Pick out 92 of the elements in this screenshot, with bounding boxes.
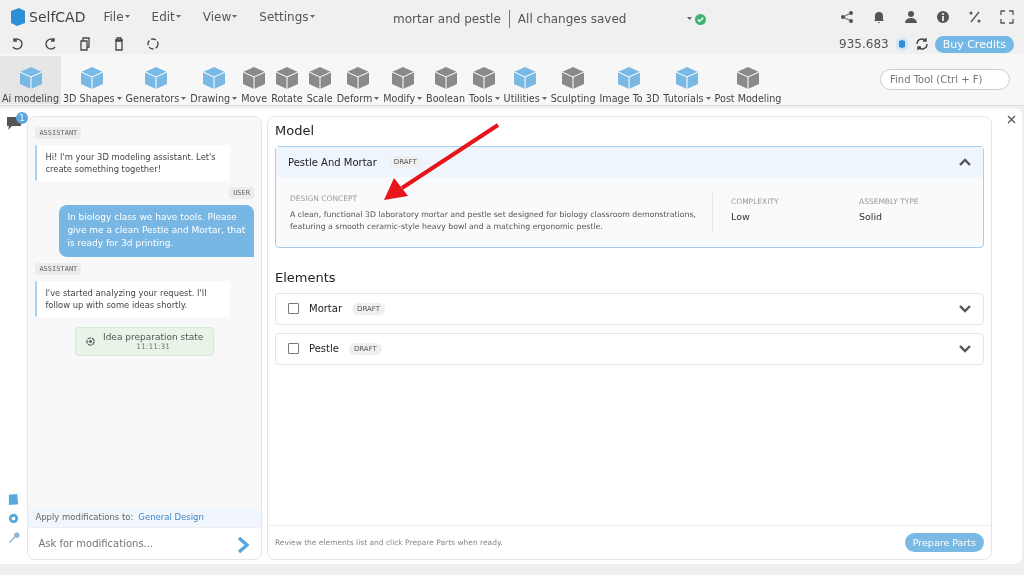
logo-icon xyxy=(10,8,26,26)
apply-label: Apply modifications to: xyxy=(35,512,134,522)
field-value: Solid xyxy=(859,211,884,222)
toolbar-tool[interactable]: Post Modeling xyxy=(712,56,784,104)
spinner-icon xyxy=(86,336,95,346)
caret-icon[interactable] xyxy=(232,96,238,101)
section-heading: Elements xyxy=(275,269,337,285)
menu-item[interactable]: View xyxy=(202,10,232,24)
user-icon[interactable] xyxy=(904,10,918,24)
caret-icon[interactable] xyxy=(175,15,181,19)
toolbar-tool[interactable]: Image To 3D xyxy=(597,56,662,104)
refresh-icon[interactable] xyxy=(146,37,160,51)
chevron-up-icon[interactable] xyxy=(959,158,971,166)
project-name: mortar and pestle xyxy=(393,12,501,26)
model-name: Pestle And Mortar xyxy=(288,156,377,168)
cube-icon xyxy=(344,65,371,91)
cube-icon xyxy=(200,65,227,91)
field-value: Low xyxy=(731,211,751,222)
toolbar-tool[interactable]: Tutorials xyxy=(661,56,713,104)
toolbar-tool[interactable]: Boolean xyxy=(424,56,467,104)
checkbox[interactable] xyxy=(288,343,299,355)
caret-icon[interactable] xyxy=(494,96,500,101)
find-tool-field[interactable]: Find Tool (Ctrl + F) xyxy=(880,68,1010,90)
info-icon[interactable] xyxy=(936,10,950,24)
sync-icon[interactable] xyxy=(914,37,929,51)
message-field[interactable]: Ask for modifications... xyxy=(28,527,261,559)
toolbar-tool[interactable]: Tools xyxy=(466,56,502,104)
toolbar-tool[interactable]: Rotate xyxy=(269,56,305,104)
toolbar-tool[interactable]: Ai modeling xyxy=(0,56,61,104)
cube-icon xyxy=(471,65,498,91)
toolbar-tool[interactable]: Sculpting xyxy=(548,56,598,104)
cube-icon xyxy=(306,65,333,91)
app-name: SelfCAD xyxy=(29,9,86,25)
send-icon[interactable] xyxy=(237,537,249,553)
toolbar-tool[interactable]: Move xyxy=(239,56,270,104)
toolbar-tool[interactable]: Drawing xyxy=(188,56,240,104)
credit-balance: 935.683 xyxy=(839,37,889,51)
share-icon[interactable] xyxy=(840,10,854,24)
section-heading: Model xyxy=(275,123,316,138)
chat-message: Hi! I'm your 3D modeling assistant. Let's create something together! xyxy=(35,145,230,182)
cube-icon xyxy=(616,65,643,91)
cube-icon xyxy=(241,65,268,91)
cube-icon xyxy=(79,65,106,91)
cube-icon xyxy=(432,65,459,91)
fullscreen-icon[interactable] xyxy=(1000,10,1014,24)
target-link[interactable]: General Design xyxy=(138,512,204,522)
close-icon[interactable] xyxy=(1007,115,1016,124)
save-status: All changes saved xyxy=(517,12,627,26)
copy-icon[interactable] xyxy=(78,37,92,51)
settings-icon[interactable] xyxy=(7,512,21,525)
cube-icon xyxy=(17,65,44,91)
menu-item[interactable]: File xyxy=(103,10,124,24)
status-label: Idea preparation state xyxy=(103,331,204,342)
caret-icon[interactable] xyxy=(687,17,693,21)
caret-icon[interactable] xyxy=(705,96,711,101)
trash-icon[interactable] xyxy=(112,37,126,51)
caret-icon[interactable] xyxy=(116,96,122,101)
chat-message: In biology class we have tools. Please give me a clean Pestle and Mortar, that is ready for 3d printing. xyxy=(59,205,254,257)
redo-icon[interactable] xyxy=(44,37,58,51)
chevron-down-icon[interactable] xyxy=(959,304,971,313)
coin-icon xyxy=(894,37,909,51)
bell-icon[interactable] xyxy=(872,10,886,24)
caret-icon[interactable] xyxy=(181,96,187,101)
menu-item[interactable]: Settings xyxy=(259,10,309,24)
notification-badge: 1 xyxy=(16,112,28,124)
element-name: Pestle xyxy=(309,343,339,355)
cube-icon xyxy=(673,65,700,91)
cube-icon xyxy=(389,65,416,91)
chevron-down-icon[interactable] xyxy=(959,344,971,353)
caret-icon[interactable] xyxy=(309,15,315,19)
percent-icon[interactable] xyxy=(968,10,982,24)
cube-icon xyxy=(512,65,539,91)
caret-icon[interactable] xyxy=(374,96,380,101)
caret-icon[interactable] xyxy=(124,15,130,19)
caret-icon[interactable] xyxy=(541,96,547,101)
chat-message: I've started analyzing your request. I'll follow up with some ideas shortly. xyxy=(35,280,230,317)
caret-icon[interactable] xyxy=(232,15,238,19)
cube-icon xyxy=(560,65,587,91)
toolbar-tool[interactable]: Scale xyxy=(304,56,335,104)
cube-icon xyxy=(142,65,169,91)
checkbox[interactable] xyxy=(288,303,299,315)
caret-icon[interactable] xyxy=(417,96,423,101)
menu-item[interactable]: Edit xyxy=(151,10,175,24)
toolbar-tool[interactable]: Utilities xyxy=(501,56,549,104)
toolbar-tool[interactable]: 3D Shapes xyxy=(61,56,124,104)
undo-icon[interactable] xyxy=(10,37,24,51)
toolbar-tool[interactable]: Generators xyxy=(123,56,189,104)
element-name: Mortar xyxy=(309,303,343,315)
toolbar-tool[interactable]: Deform xyxy=(334,56,382,104)
toolbar-tool[interactable]: Modify xyxy=(381,56,425,104)
cube-icon xyxy=(273,65,300,91)
cube-icon xyxy=(734,65,761,91)
